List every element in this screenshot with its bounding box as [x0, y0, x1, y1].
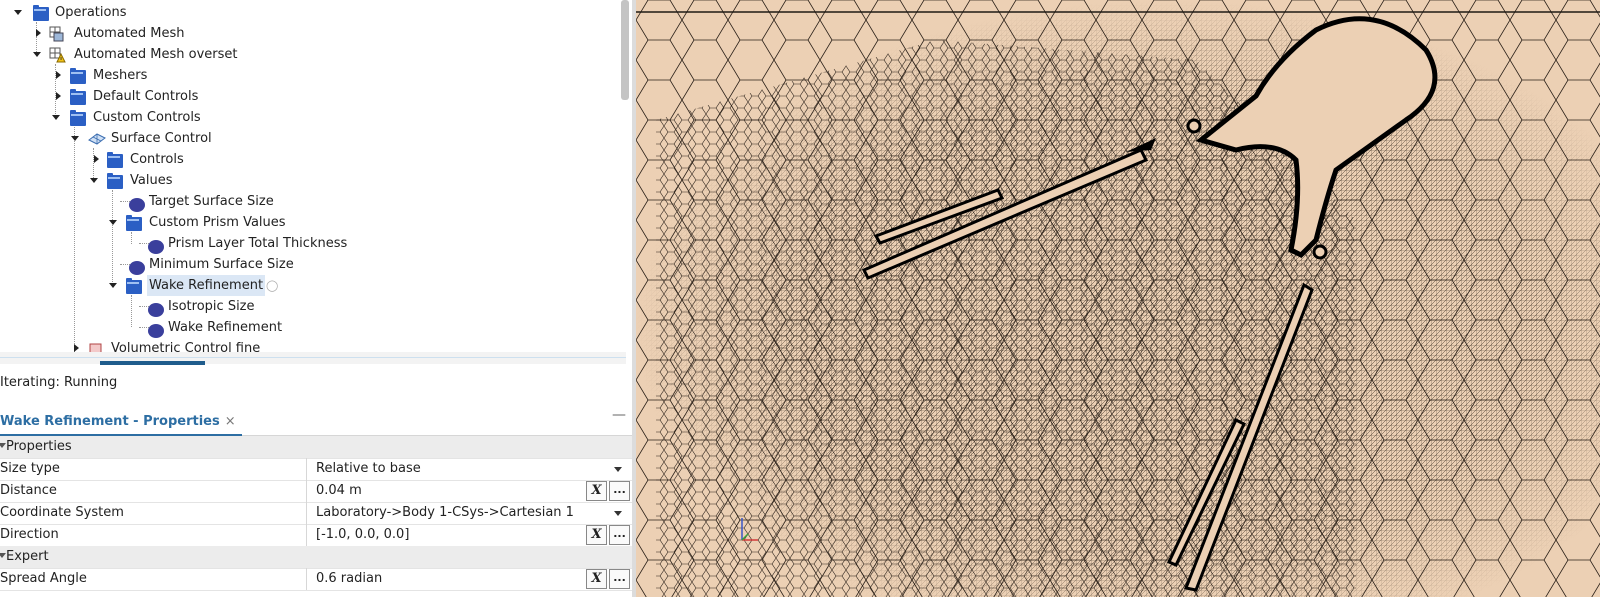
surface-control-icon [88, 131, 106, 145]
folder-icon [107, 173, 123, 189]
expand-toggle-icon[interactable] [90, 176, 99, 185]
expand-toggle-icon[interactable] [109, 218, 118, 227]
property-row-coordinate-system[interactable]: Coordinate System Laboratory->Body 1-CSy… [0, 502, 632, 525]
group-expert[interactable]: Expert [0, 546, 632, 569]
comment-icon: ◯ [266, 279, 279, 292]
body-circle-small [1186, 118, 1202, 134]
expand-toggle-icon[interactable] [109, 281, 118, 290]
ellipsis-button[interactable]: ... [609, 569, 630, 589]
mesh-scene [636, 0, 1600, 597]
expand-toggle-icon[interactable] [33, 50, 42, 59]
left-panel: Operations Automated Mesh Automated Mesh… [0, 0, 632, 597]
group-properties[interactable]: Properties [0, 436, 632, 459]
expand-toggle-icon[interactable] [71, 134, 80, 143]
value-dot-icon [129, 261, 145, 275]
dropdown-arrow-icon[interactable] [614, 467, 622, 472]
property-row-direction[interactable]: Direction [-1.0, 0.0, 0.0] X ... [0, 524, 632, 547]
scrollbar-track [0, 357, 626, 358]
folder-icon [70, 68, 86, 84]
property-value-select[interactable]: Laboratory->Body 1-CSys->Cartesian 1 [316, 502, 574, 524]
tab-wake-refinement-properties[interactable]: Wake Refinement - Properties × [0, 410, 242, 436]
expression-button[interactable]: X [586, 525, 607, 545]
tree-vertical-scrollbar[interactable] [621, 0, 629, 100]
properties-tab-bar: Wake Refinement - Properties × — [0, 407, 632, 436]
mesh-operation-warning-icon [48, 47, 66, 63]
property-value-field[interactable]: 0.6 radian [316, 568, 382, 590]
body-circle-lower [1312, 244, 1328, 260]
value-dot-icon [129, 198, 145, 212]
expression-button[interactable]: X [586, 569, 607, 589]
tab-label: Wake Refinement - Properties [0, 414, 220, 429]
expression-button[interactable]: X [586, 481, 607, 501]
expand-toggle-icon[interactable] [34, 29, 43, 38]
folder-icon [126, 278, 142, 294]
dropdown-arrow-icon[interactable] [614, 511, 622, 516]
property-value-select[interactable]: Relative to base [316, 458, 421, 480]
value-dot-icon [148, 324, 164, 338]
minimize-icon[interactable]: — [612, 407, 626, 423]
value-dot-icon [148, 240, 164, 254]
folder-icon [107, 152, 123, 168]
expand-toggle-icon[interactable] [54, 71, 63, 80]
property-row-distance[interactable]: Distance 0.04 m X ... [0, 480, 632, 503]
expand-toggle-icon[interactable] [92, 155, 101, 164]
tree-horizontal-scrollbar[interactable] [0, 352, 626, 365]
fine-mesh [636, 0, 1600, 597]
value-dot-icon [148, 303, 164, 317]
property-value-field[interactable]: 0.04 m [316, 480, 362, 502]
folder-icon [126, 215, 142, 231]
expand-toggle-icon[interactable] [72, 344, 81, 352]
property-row-spread-angle[interactable]: Spread Angle 0.6 radian X ... [0, 568, 632, 591]
expand-toggle-icon[interactable] [52, 113, 61, 122]
folder-icon [70, 89, 86, 105]
property-value-field[interactable]: [-1.0, 0.0, 0.0] [316, 524, 409, 546]
expand-toggle-icon[interactable] [54, 92, 63, 101]
folder-icon [70, 110, 86, 126]
ellipsis-button[interactable]: ... [609, 525, 630, 545]
expand-toggle-icon[interactable] [14, 8, 23, 17]
mesh-viewport[interactable] [636, 0, 1600, 597]
volumetric-control-icon [88, 341, 104, 352]
status-text: Iterating: Running [0, 375, 118, 390]
mesh-operation-icon [48, 26, 64, 42]
simulation-tree[interactable]: Operations Automated Mesh Automated Mesh… [0, 0, 632, 352]
scrollbar-thumb[interactable] [100, 361, 205, 365]
ellipsis-button[interactable]: ... [609, 481, 630, 501]
folder-icon [33, 5, 49, 21]
close-icon[interactable]: × [225, 414, 236, 429]
property-row-size-type[interactable]: Size type Relative to base [0, 458, 632, 481]
